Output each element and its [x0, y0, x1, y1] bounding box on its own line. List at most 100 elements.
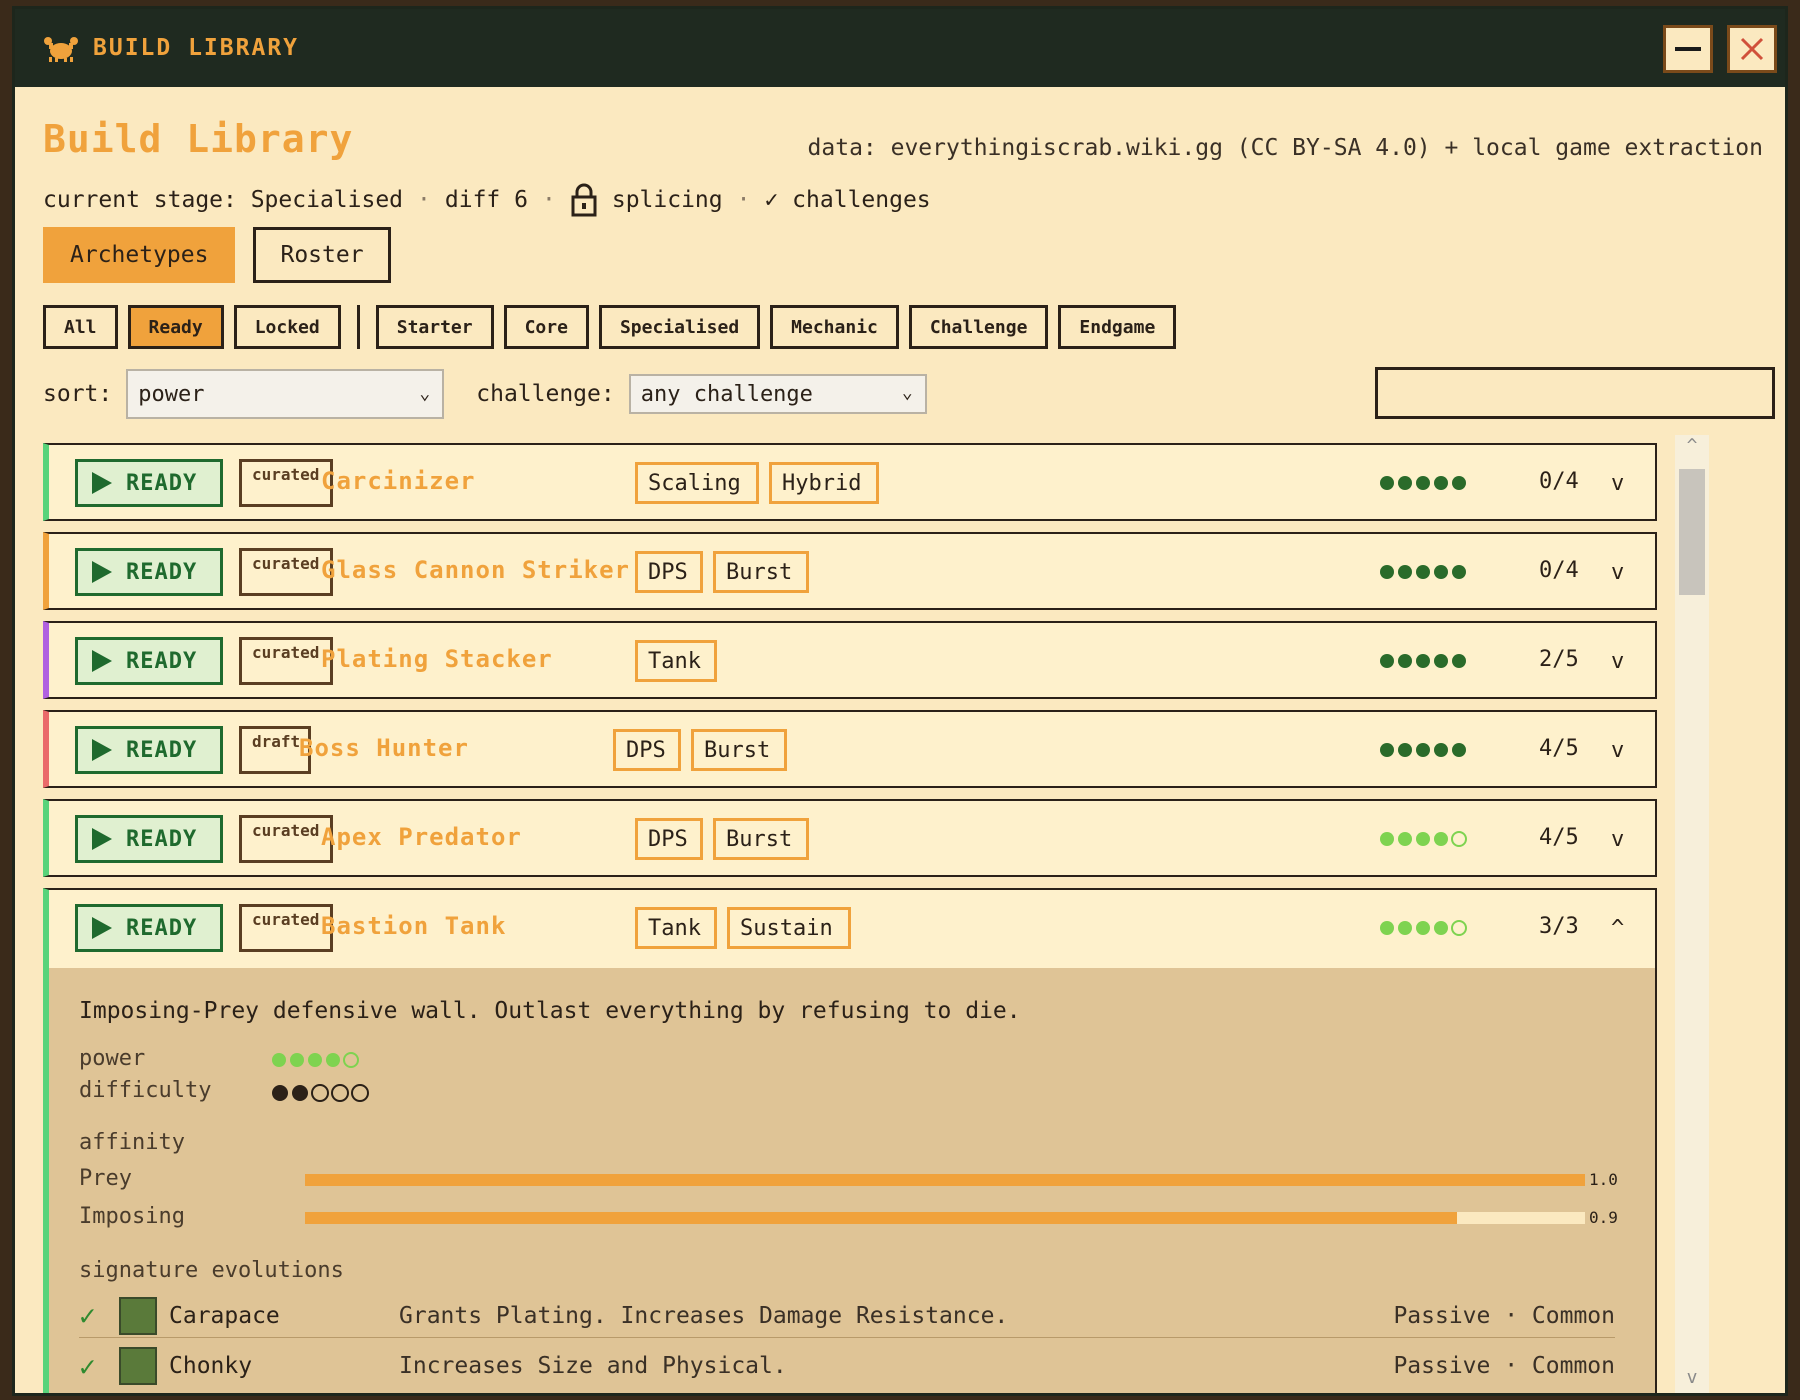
- build-library-window: BUILD LIBRARY Build Library data: everyt…: [12, 6, 1788, 1396]
- expand-toggle-icon[interactable]: v: [1611, 471, 1624, 496]
- rating-dot: [1380, 565, 1394, 579]
- ready-label: READY: [126, 559, 198, 585]
- minimize-icon: [1675, 47, 1701, 51]
- expanded-row-header[interactable]: READY curated Bastion Tank Tank Sustain 3/3 ^: [49, 890, 1655, 968]
- separator: ·: [541, 187, 556, 213]
- play-icon: [92, 917, 112, 939]
- archetype-name: Bastion Tank: [321, 912, 507, 940]
- archetype-row[interactable]: READY curated Plating Stacker Tank 2/5 v: [43, 621, 1657, 699]
- filter-locked[interactable]: Locked: [233, 305, 341, 349]
- evolution-name: Carapace: [169, 1302, 280, 1329]
- tag-chip: DPS: [635, 818, 703, 860]
- scroll-thumb[interactable]: [1679, 469, 1705, 595]
- archetype-row[interactable]: READY curated Carcinizer Scaling Hybrid 0/4 v: [43, 443, 1657, 521]
- filter-all[interactable]: All: [43, 305, 118, 349]
- ready-label: READY: [126, 915, 198, 941]
- evolution-item[interactable]: ✓ Carapace Grants Plating. Increases Damag…: [79, 1294, 1615, 1338]
- archetype-name: Carcinizer: [321, 467, 476, 495]
- rating-dot: [1434, 921, 1448, 935]
- rating-dot: [292, 1085, 308, 1101]
- tab-archetypes[interactable]: Archetypes: [43, 227, 236, 283]
- filter-endgame[interactable]: Endgame: [1058, 305, 1177, 349]
- evolution-item[interactable]: ✓ Chonky Increases Size and Physical. Passi…: [79, 1344, 1615, 1388]
- checkmark-icon: ✓: [79, 1299, 96, 1332]
- affinity-bar: [305, 1212, 1585, 1224]
- sort-row: sort: power ⌄ challenge: any challenge ⌄: [43, 367, 1775, 419]
- rating-dot: [1398, 654, 1412, 668]
- ready-button[interactable]: READY: [75, 726, 223, 774]
- ready-button[interactable]: READY: [75, 548, 223, 596]
- evolution-type: Passive · Common: [1393, 1353, 1615, 1379]
- search-input[interactable]: [1375, 367, 1775, 419]
- expand-toggle-icon[interactable]: v: [1611, 827, 1624, 852]
- sort-select[interactable]: power ⌄: [126, 369, 445, 419]
- play-icon: [92, 650, 112, 672]
- ready-button[interactable]: READY: [75, 815, 223, 863]
- rating-dot: [272, 1053, 286, 1067]
- power-rating: [1379, 564, 1469, 580]
- evolution-description: Grants Plating. Increases Damage Resista…: [399, 1302, 1009, 1329]
- ready-label: READY: [126, 470, 198, 496]
- rating-dot: [1398, 565, 1412, 579]
- ready-button[interactable]: READY: [75, 637, 223, 685]
- rating-dot: [311, 1084, 329, 1102]
- affinity-name: Prey: [79, 1166, 132, 1191]
- archetype-row[interactable]: READY curated Apex Predator DPS Burst 4/5 v: [43, 799, 1657, 877]
- splicing-status: splicing: [611, 187, 723, 213]
- rating-dot: [290, 1053, 304, 1067]
- rating-dot: [1398, 832, 1412, 846]
- filter-core[interactable]: Core: [503, 305, 589, 349]
- ready-button[interactable]: READY: [75, 459, 223, 507]
- scroll-up-icon[interactable]: ^: [1675, 435, 1709, 463]
- separator: ·: [736, 187, 751, 213]
- filter-starter[interactable]: Starter: [375, 305, 494, 349]
- tab-roster[interactable]: Roster: [253, 227, 391, 283]
- rating-dot: [1416, 654, 1430, 668]
- carapace-icon: [119, 1296, 157, 1335]
- filter-mechanic[interactable]: Mechanic: [770, 305, 899, 349]
- archetype-row-expanded[interactable]: READY curated Bastion Tank Tank Sustain 3/3 ^ I…: [43, 888, 1657, 1393]
- archetype-name: Glass Cannon Striker: [321, 556, 630, 584]
- minimize-button[interactable]: [1663, 25, 1713, 73]
- chonky-icon: [119, 1347, 157, 1385]
- archetype-name: Plating Stacker: [321, 645, 553, 673]
- rating-dot: [308, 1053, 322, 1067]
- expand-toggle-icon[interactable]: v: [1611, 560, 1624, 585]
- power-rating: [1379, 742, 1469, 758]
- scrollbar[interactable]: ^ v: [1675, 435, 1709, 1393]
- power-rating: [1379, 653, 1469, 669]
- mode-tabs: Archetypes Roster: [43, 227, 391, 283]
- chevron-down-icon: ⌄: [901, 382, 913, 403]
- rating-dot: [1452, 743, 1466, 757]
- data-source: data: everythingiscrab.wiki.gg (CC BY-SA…: [807, 135, 1763, 161]
- tier-badge: curated: [239, 637, 333, 685]
- tag-chip: Scaling: [635, 462, 759, 504]
- tag-chip: Burst: [691, 729, 787, 771]
- filter-ready[interactable]: Ready: [127, 305, 224, 349]
- tier-badge: curated: [239, 548, 333, 596]
- evolution-count: 0/4: [1539, 558, 1579, 583]
- archetype-row[interactable]: READY curated Glass Cannon Striker DPS Burst…: [43, 532, 1657, 610]
- affinity-bar-fill: [305, 1174, 1585, 1186]
- challenge-select[interactable]: any challenge ⌄: [628, 374, 927, 414]
- rating-dot: [1398, 476, 1412, 490]
- affinity-bar: [305, 1174, 1585, 1186]
- expand-toggle-icon[interactable]: v: [1611, 649, 1624, 674]
- power-rating: [271, 1052, 361, 1072]
- rating-dot: [1434, 565, 1448, 579]
- archetype-row[interactable]: READY draft Boss Hunter DPS Burst 4/5 v: [43, 710, 1657, 788]
- rating-dot: [1416, 476, 1430, 490]
- filter-challenge[interactable]: Challenge: [908, 305, 1049, 349]
- rating-dot: [1380, 743, 1394, 757]
- rating-dot: [343, 1052, 359, 1068]
- power-rating: [1379, 831, 1469, 847]
- expand-toggle-icon[interactable]: ^: [1611, 916, 1624, 941]
- close-button[interactable]: [1727, 25, 1777, 73]
- affinity-label: affinity: [79, 1130, 185, 1155]
- filter-specialised[interactable]: Specialised: [598, 305, 761, 349]
- tag-chip: DPS: [635, 551, 703, 593]
- ready-button[interactable]: READY: [75, 904, 223, 952]
- expand-toggle-icon[interactable]: v: [1611, 738, 1624, 763]
- lock-icon: [571, 183, 597, 217]
- scroll-down-icon[interactable]: v: [1675, 1367, 1709, 1393]
